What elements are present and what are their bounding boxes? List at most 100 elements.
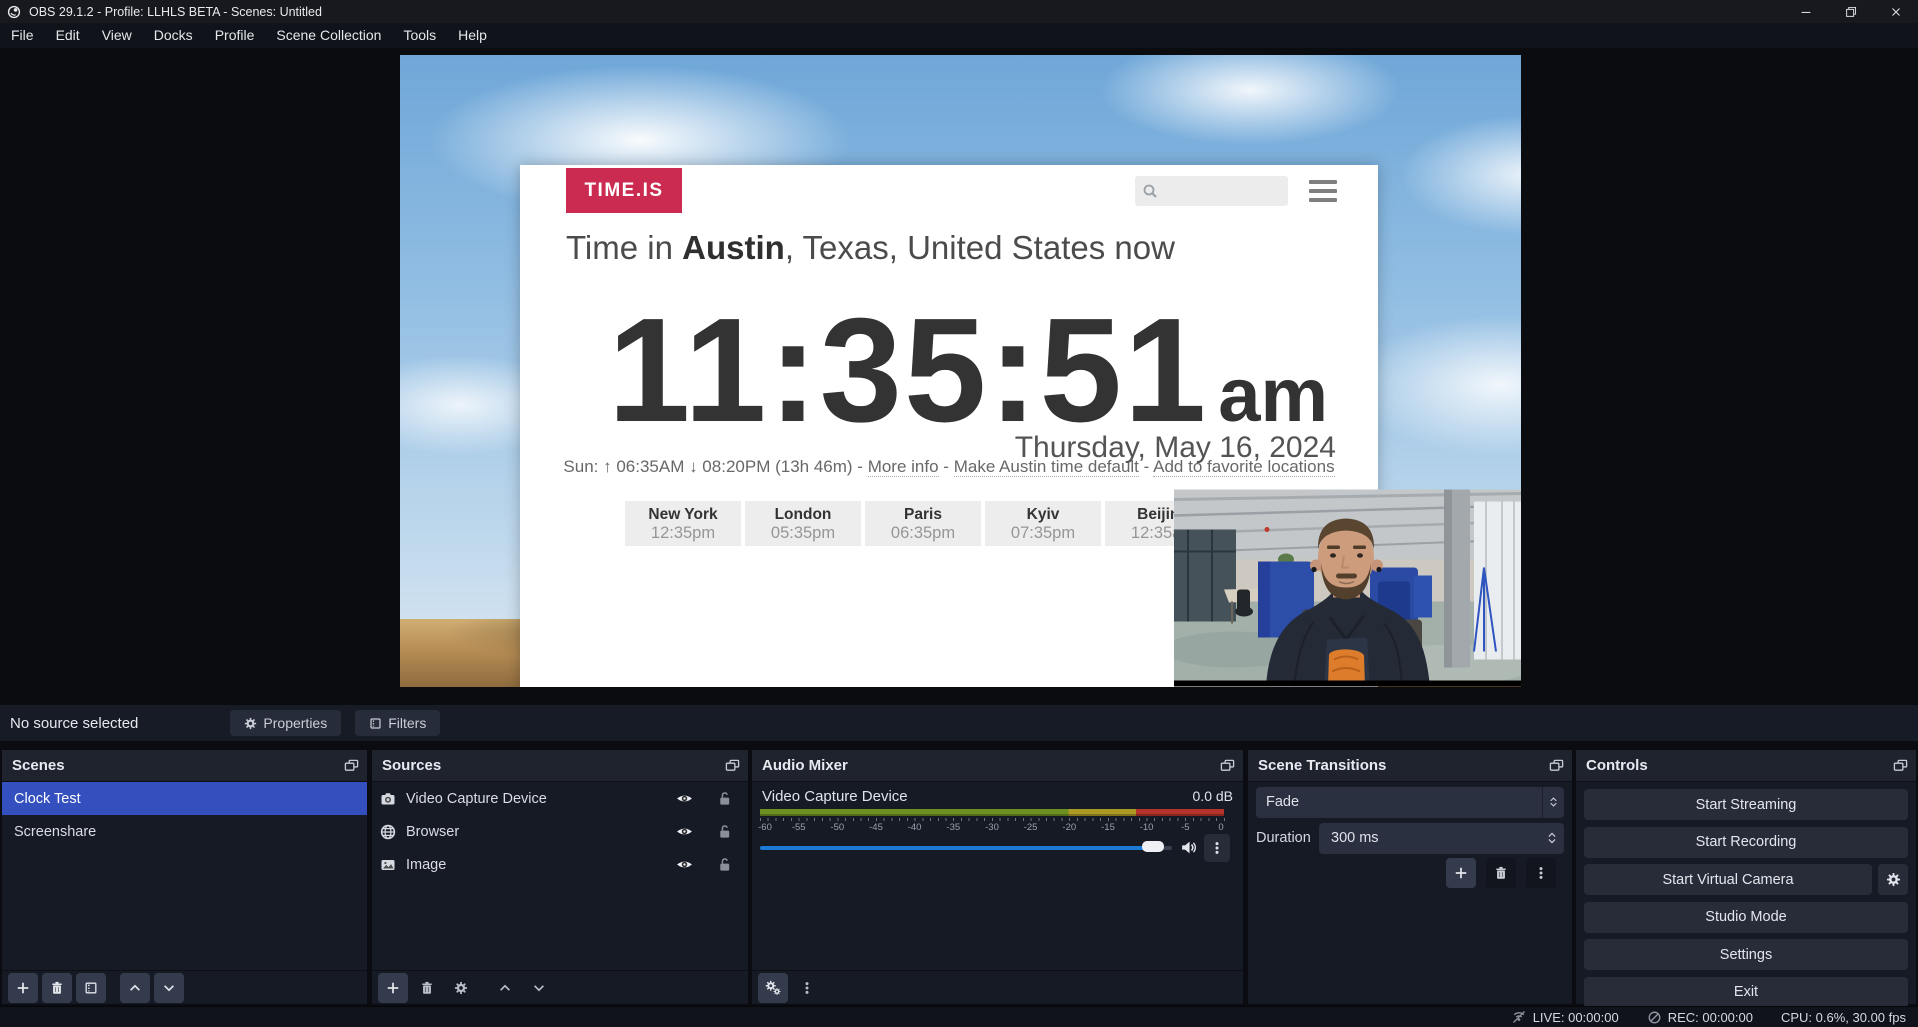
popout-icon[interactable] [1220, 758, 1235, 773]
obs-window: OBS 29.1.2 - Profile: LLHLS BETA - Scene… [0, 0, 1918, 1027]
source-item-browser[interactable]: Browser [372, 815, 748, 848]
meter-tick-label: -35 [946, 822, 960, 833]
menu-edit[interactable]: Edit [45, 23, 91, 48]
transition-buttons [1446, 858, 1556, 888]
move-scene-up-button[interactable] [120, 973, 150, 1003]
dock-area: Scenes Clock Test Screenshare Sources [0, 741, 1918, 1006]
duration-spinner[interactable]: 300 ms [1319, 823, 1564, 854]
exit-button[interactable]: Exit [1584, 977, 1908, 1008]
visibility-eye-icon[interactable] [676, 856, 693, 873]
menu-docks[interactable]: Docks [143, 23, 204, 48]
remove-scene-button[interactable] [42, 973, 72, 1003]
image-icon [380, 857, 396, 873]
advanced-audio-button[interactable] [758, 973, 788, 1003]
source-item-image[interactable]: Image [372, 848, 748, 881]
menu-view[interactable]: View [91, 23, 143, 48]
properties-button[interactable]: Properties [230, 710, 341, 736]
visibility-eye-icon[interactable] [676, 823, 693, 840]
status-bar: LIVE: 00:00:00 REC: 00:00:00 CPU: 0.6%, … [0, 1006, 1918, 1027]
source-properties-button[interactable] [446, 973, 476, 1003]
scenes-panel: Scenes Clock Test Screenshare [2, 750, 367, 1004]
transition-properties-button[interactable] [1526, 858, 1556, 888]
sources-toolbar [372, 970, 748, 1004]
volume-slider-fill [760, 846, 1152, 850]
menu-bar: File Edit View Docks Profile Scene Colle… [0, 23, 1918, 48]
meter-tick-label: -15 [1101, 822, 1115, 833]
city-kyiv: Kyiv07:35pm [985, 501, 1101, 546]
start-streaming-button[interactable]: Start Streaming [1584, 789, 1908, 820]
minimize-button[interactable] [1783, 0, 1828, 23]
make-default-link: Make Austin time default [954, 457, 1139, 477]
menu-profile[interactable]: Profile [204, 23, 266, 48]
meter-tick-label: -60 [758, 822, 772, 833]
meter-tick-label: -5 [1181, 822, 1189, 833]
close-button[interactable] [1873, 0, 1918, 23]
rec-timer: REC: 00:00:00 [1668, 1010, 1753, 1025]
filter-icon [369, 717, 382, 730]
channel-menu-button[interactable] [1204, 834, 1230, 862]
restore-button[interactable] [1828, 0, 1873, 23]
move-source-down-button[interactable] [524, 973, 554, 1003]
gear-icon [244, 717, 257, 730]
visibility-eye-icon[interactable] [676, 790, 693, 807]
scene-filters-button[interactable] [76, 973, 106, 1003]
preview-area: TIME.IS Time in Austin, Texas, United St… [0, 48, 1918, 705]
move-source-up-button[interactable] [490, 973, 520, 1003]
add-favorite-link: Add to favorite locations [1153, 457, 1334, 477]
volume-meter [760, 809, 1224, 816]
spinner-arrows[interactable] [1547, 823, 1557, 854]
volume-slider-handle[interactable] [1142, 841, 1164, 852]
camera-icon [380, 791, 396, 807]
meter-tick-label: -10 [1140, 822, 1154, 833]
scenes-header: Scenes [2, 750, 367, 782]
cpu-fps-stats: CPU: 0.6%, 30.00 fps [1781, 1010, 1906, 1025]
menu-scene-collection[interactable]: Scene Collection [265, 23, 392, 48]
menu-tools[interactable]: Tools [392, 23, 447, 48]
source-item-video-capture[interactable]: Video Capture Device [372, 782, 748, 815]
meter-tick-label: -25 [1024, 822, 1038, 833]
popout-icon[interactable] [344, 758, 359, 773]
add-transition-button[interactable] [1446, 858, 1476, 888]
menu-help[interactable]: Help [447, 23, 498, 48]
scene-item-clock-test[interactable]: Clock Test [2, 782, 367, 815]
meter-tick-label: -50 [830, 822, 844, 833]
meter-tick-label: -45 [869, 822, 883, 833]
settings-button[interactable]: Settings [1584, 939, 1908, 970]
volume-slider-track[interactable] [760, 846, 1172, 850]
lock-icon[interactable] [717, 791, 732, 806]
window-title: OBS 29.1.2 - Profile: LLHLS BETA - Scene… [29, 5, 322, 19]
scene-transitions-header: Scene Transitions [1248, 750, 1572, 782]
scenes-toolbar [2, 970, 367, 1004]
speaker-icon[interactable] [1180, 839, 1197, 856]
mixer-menu-button[interactable] [792, 973, 822, 1003]
dropdown-caret [1542, 787, 1564, 818]
popout-icon[interactable] [1549, 758, 1564, 773]
move-scene-down-button[interactable] [154, 973, 184, 1003]
hamburger-menu-icon [1309, 180, 1337, 202]
virtual-camera-settings-button[interactable] [1878, 864, 1908, 895]
source-toolbar: No source selected Properties Filters [0, 705, 1918, 741]
timeis-search-box [1135, 176, 1288, 206]
popout-icon[interactable] [1893, 758, 1908, 773]
preview-canvas[interactable]: TIME.IS Time in Austin, Texas, United St… [400, 55, 1521, 687]
remove-transition-button[interactable] [1486, 858, 1516, 888]
webcam-overlay [1174, 489, 1521, 687]
lock-icon[interactable] [717, 857, 732, 872]
lock-icon[interactable] [717, 824, 732, 839]
remove-source-button[interactable] [412, 973, 442, 1003]
meter-tick-label: -20 [1062, 822, 1076, 833]
add-scene-button[interactable] [8, 973, 38, 1003]
globe-icon [380, 824, 396, 840]
scene-item-screenshare[interactable]: Screenshare [2, 815, 367, 848]
mixer-channel-level: 0.0 dB [1193, 788, 1233, 804]
menu-file[interactable]: File [0, 23, 45, 48]
add-source-button[interactable] [378, 973, 408, 1003]
transition-dropdown[interactable]: Fade [1256, 787, 1564, 818]
studio-mode-button[interactable]: Studio Mode [1584, 902, 1908, 933]
start-virtual-camera-button[interactable]: Start Virtual Camera [1584, 864, 1872, 895]
start-recording-button[interactable]: Start Recording [1584, 827, 1908, 858]
scene-transitions-panel: Scene Transitions Fade Duration 300 ms [1248, 750, 1572, 1004]
popout-icon[interactable] [725, 758, 740, 773]
filters-button[interactable]: Filters [355, 710, 440, 736]
mixer-channel-name: Video Capture Device [762, 788, 908, 805]
